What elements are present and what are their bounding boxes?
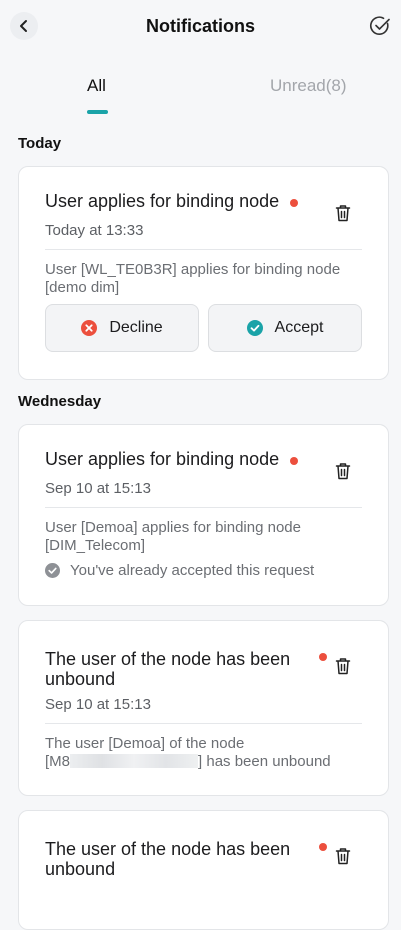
unread-dot [319,653,327,661]
trash-icon[interactable] [335,657,351,675]
trash-icon[interactable] [335,462,351,480]
decline-button[interactable]: Decline [45,304,199,352]
redacted-node-id [70,754,199,768]
body-suffix: ] has been unbound [198,753,331,770]
check-circle-filled-icon [45,563,60,578]
notification-title: User applies for binding node [45,449,280,469]
notification-body: User [WL_TE0B3R] applies for binding nod… [45,261,341,296]
check-circle-filled-icon [246,320,263,336]
accept-label: Accept [274,319,324,336]
accepted-status: You've already accepted this request [45,562,314,579]
section-label-wednesday: Wednesday [18,393,102,410]
body-line2-prefix: [M8 [45,753,71,770]
tab-all[interactable]: All [87,76,106,96]
notification-title: The user of the node has been unbound [45,839,291,879]
section-label-today: Today [18,135,62,152]
notification-card: User applies for binding node Sep 10 at … [18,424,389,606]
accept-button[interactable]: Accept [208,304,362,352]
notification-time: Today at 13:33 [45,222,144,239]
active-tab-indicator [87,110,108,114]
divider [45,507,362,508]
x-circle-icon [81,320,98,336]
status-text: You've already accepted this request [70,562,315,579]
tab-unread[interactable]: Unread(8) [270,76,347,96]
decline-label: Decline [109,319,163,336]
notification-card: User applies for binding node Today at 1… [18,166,389,380]
notification-body: The user [Demoa] of the node [M8 ] has be… [45,735,365,771]
notification-card: The user of the node has been unbound [18,810,389,930]
notification-card: The user of the node has been unbound Se… [18,620,389,796]
notification-time: Sep 10 at 15:13 [45,480,151,497]
check-circle-icon[interactable] [369,15,391,37]
tab-bar: All Unread(8) [0,74,401,114]
trash-icon[interactable] [335,204,351,222]
divider [45,723,362,724]
divider [45,249,362,250]
unread-dot [290,199,298,207]
unread-dot [319,843,327,851]
notification-title: User applies for binding node [45,191,280,211]
notification-body: User [Demoa] applies for binding node [D… [45,519,301,554]
header-bar: Notifications [0,0,401,56]
notification-title: The user of the node has been unbound [45,649,291,689]
body-prefix: The user [Demoa] of the node [45,735,245,752]
trash-icon[interactable] [335,847,351,865]
unread-dot [290,457,298,465]
notification-time: Sep 10 at 15:13 [45,696,151,713]
page-title: Notifications [145,16,255,36]
